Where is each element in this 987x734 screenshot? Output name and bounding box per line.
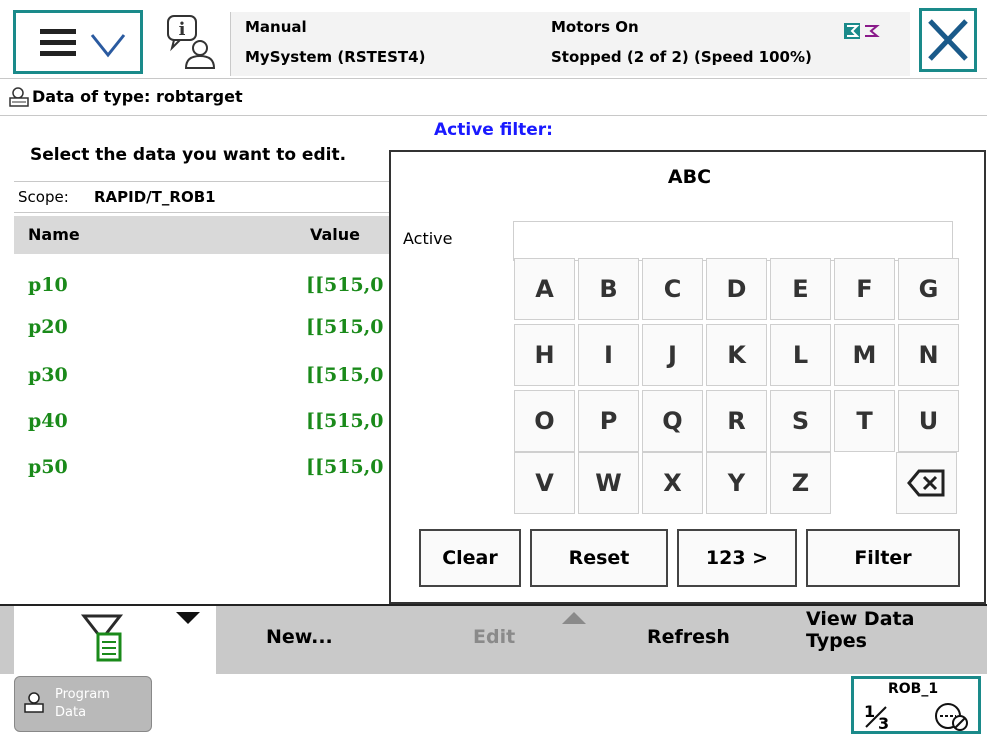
program-data-icon <box>24 692 44 713</box>
data-name: p30 <box>28 364 68 386</box>
key-q[interactable]: Q <box>642 390 703 452</box>
edit-button[interactable]: Edit <box>473 626 515 648</box>
key-j[interactable]: J <box>642 324 703 386</box>
top-bar: i Manual MySystem (RSTEST4) Motors On St… <box>0 0 987 79</box>
robot-status-icon <box>844 23 880 39</box>
filter-button[interactable]: Filter <box>806 529 960 587</box>
table-row[interactable]: p20 [[515,0 <box>14 306 390 352</box>
task-label-line1: Program <box>55 687 110 702</box>
key-y[interactable]: Y <box>706 452 767 514</box>
view-data-types-line2: Types <box>806 630 867 652</box>
column-header-value[interactable]: Value <box>310 225 360 244</box>
key-n[interactable]: N <box>898 324 959 386</box>
table-row[interactable]: p50 [[515,0 <box>14 446 390 492</box>
key-e[interactable]: E <box>770 258 831 320</box>
system-text: MySystem (RSTEST4) <box>245 48 426 66</box>
numeric-keyboard-button[interactable]: 123 > <box>677 529 797 587</box>
chevron-down-icon <box>90 34 126 58</box>
dialog-title: ABC <box>667 166 712 188</box>
column-header-name[interactable]: Name <box>28 225 80 244</box>
view-data-types-button[interactable]: View Data Types <box>806 608 914 652</box>
edit-menu-arrow-icon <box>562 612 586 624</box>
motors-text: Motors On <box>551 18 639 36</box>
key-l[interactable]: L <box>770 324 831 386</box>
key-t[interactable]: T <box>834 390 895 452</box>
program-data-task-button[interactable]: Program Data <box>14 676 152 732</box>
robot-unit-label: ROB_1 <box>888 681 939 697</box>
svg-text:i: i <box>179 19 186 40</box>
active-filter-label: Active filter: <box>434 120 553 140</box>
data-list: p10 [[515,0 p20 [[515,0 p30 [[515,0 p40 … <box>0 254 390 604</box>
view-data-types-line1: View Data <box>806 608 915 630</box>
data-value: [[515,0 <box>306 274 384 296</box>
instruction-text: Select the data you want to edit. <box>30 145 347 165</box>
key-r[interactable]: R <box>706 390 767 452</box>
data-name: p40 <box>28 410 68 432</box>
key-o[interactable]: O <box>514 390 575 452</box>
scope-row[interactable]: Scope: RAPID/T_ROB1 <box>14 181 394 213</box>
table-row[interactable]: p10 [[515,0 <box>14 264 390 310</box>
key-f[interactable]: F <box>834 258 895 320</box>
key-x[interactable]: X <box>642 452 703 514</box>
filter-dialog: ABC Active Clear Reset 123 > Filter ABCD… <box>389 150 986 604</box>
command-bar: New... Edit Refresh View Data Types <box>0 604 987 674</box>
mode-text: Manual <box>245 18 307 36</box>
key-i[interactable]: I <box>578 324 639 386</box>
event-log-icon[interactable]: i <box>160 12 218 72</box>
filter-toggle-button[interactable] <box>14 606 216 674</box>
data-value: [[515,0 <box>306 364 384 386</box>
key-v[interactable]: V <box>514 452 575 514</box>
view-title-bar: Data of type: robtarget <box>0 80 987 116</box>
key-d[interactable]: D <box>706 258 767 320</box>
program-data-icon <box>9 87 29 107</box>
page-title: Data of type: robtarget <box>32 87 243 106</box>
key-p[interactable]: P <box>578 390 639 452</box>
key-h[interactable]: H <box>514 324 575 386</box>
hamburger-icon <box>40 29 76 57</box>
key-m[interactable]: M <box>834 324 895 386</box>
table-row[interactable]: p40 [[515,0 <box>14 400 390 446</box>
main-menu-button[interactable] <box>13 10 143 74</box>
table-row[interactable]: p30 [[515,0 <box>14 354 390 400</box>
svg-text:3: 3 <box>878 714 889 731</box>
quickset-button[interactable]: ROB_1 1 3 <box>851 676 981 734</box>
task-label-line2: Data <box>55 705 87 720</box>
key-c[interactable]: C <box>642 258 703 320</box>
filter-icon <box>80 614 124 662</box>
key-g[interactable]: G <box>898 258 959 320</box>
data-name: p10 <box>28 274 68 296</box>
data-name: p20 <box>28 316 68 338</box>
reset-button[interactable]: Reset <box>530 529 668 587</box>
filter-input[interactable] <box>513 221 953 261</box>
key-b[interactable]: B <box>578 258 639 320</box>
close-icon <box>928 19 968 61</box>
increment-icon: 1 3 <box>864 702 889 731</box>
key-u[interactable]: U <box>898 390 959 452</box>
backspace-icon <box>906 469 944 497</box>
data-name: p50 <box>28 456 68 478</box>
scope-value: RAPID/T_ROB1 <box>94 188 216 206</box>
backspace-key[interactable] <box>896 452 957 514</box>
data-value: [[515,0 <box>306 410 384 432</box>
new-button[interactable]: New... <box>266 626 333 648</box>
active-label: Active <box>403 229 453 248</box>
state-text: Stopped (2 of 2) (Speed 100%) <box>551 48 812 66</box>
taskbar: Program Data ROB_1 1 3 <box>0 674 987 734</box>
scope-label: Scope: <box>18 188 69 206</box>
clear-button[interactable]: Clear <box>419 529 521 587</box>
key-z[interactable]: Z <box>770 452 831 514</box>
key-a[interactable]: A <box>514 258 575 320</box>
table-header: Name Value <box>14 216 394 254</box>
dropdown-arrow-icon <box>176 612 200 624</box>
refresh-button[interactable]: Refresh <box>647 626 730 648</box>
key-w[interactable]: W <box>578 452 639 514</box>
data-value: [[515,0 <box>306 316 384 338</box>
data-value: [[515,0 <box>306 456 384 478</box>
status-panel[interactable]: Manual MySystem (RSTEST4) Motors On Stop… <box>230 12 910 76</box>
key-s[interactable]: S <box>770 390 831 452</box>
key-k[interactable]: K <box>706 324 767 386</box>
close-button[interactable] <box>919 8 977 72</box>
run-mode-icon <box>935 703 968 731</box>
